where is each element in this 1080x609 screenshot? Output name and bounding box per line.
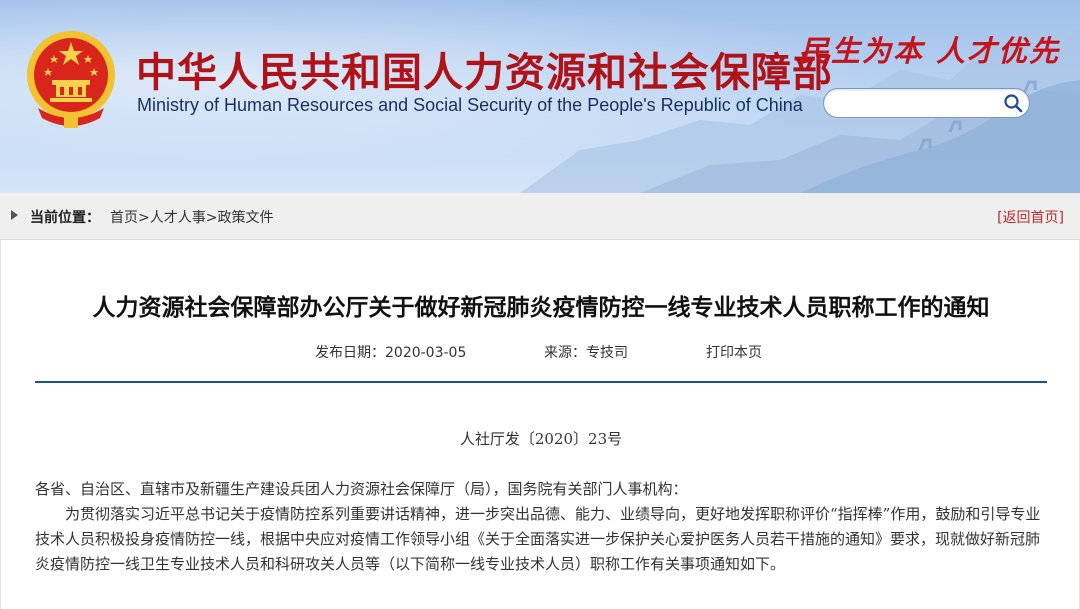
article-body: 各省、自治区、直辖市及新疆生产建设兵团人力资源社会保障厅（局），国务院有关部门人… [35,477,1047,577]
breadcrumb-path: 首页>人才人事>政策文件 [110,207,273,227]
search-input[interactable] [836,92,1000,116]
breadcrumb-item-home[interactable]: 首页 [110,210,138,226]
site-title-english: Ministry of Human Resources and Social S… [137,95,803,115]
breadcrumb-item-policy[interactable]: 政策文件 [217,210,273,226]
breadcrumb: 当前位置： 首页>人才人事>政策文件 [返回首页] [0,193,1080,240]
article-meta: 发布日期：2020-03-05 来源：专技司 打印本页 [1,342,1080,362]
breadcrumb-item-talent[interactable]: 人才人事 [150,210,206,226]
breadcrumb-separator: > [138,210,150,226]
site-title-chinese: 中华人民共和国人力资源和社会保障部 [136,50,833,96]
breadcrumb-label: 当前位置： [30,210,100,226]
breadcrumb-separator: > [205,210,218,226]
body-paragraph: 为贯彻落实习近平总书记关于疫情防控系列重要讲话精神，进一步突出品德、能力、业绩导… [35,505,1041,573]
article: 人力资源社会保障部办公厅关于做好新冠肺炎疫情防控一线专业技术人员职称工作的通知 … [0,240,1080,609]
publish-date-value: 2020-03-05 [385,345,467,361]
search-box [823,88,1030,118]
document-number: 人社厅发〔2020〕23号 [459,430,623,448]
publish-date: 发布日期：2020-03-05 [315,342,466,362]
search-icon[interactable] [1003,93,1023,113]
back-home-link[interactable]: [返回首页] [997,207,1064,227]
source-label: 来源： [544,345,586,361]
article-title: 人力资源社会保障部办公厅关于做好新冠肺炎疫情防控一线专业技术人员职称工作的通知 [92,295,990,321]
salutation: 各省、自治区、直辖市及新疆生产建设兵团人力资源社会保障厅（局），国务院有关部门人… [35,480,688,498]
slogan: 民生为本 人才优先 [800,34,1061,68]
publish-date-label: 发布日期： [315,345,385,361]
title-divider [35,381,1047,383]
breadcrumb-arrow-icon [11,210,18,220]
source-value: 专技司 [586,345,628,361]
national-emblem-icon [27,31,115,128]
print-page-link[interactable]: 打印本页 [706,342,762,362]
header-banner: 中华人民共和国人力资源和社会保障部 Ministry of Human Reso… [0,0,1080,193]
source: 来源：专技司 [544,342,628,362]
